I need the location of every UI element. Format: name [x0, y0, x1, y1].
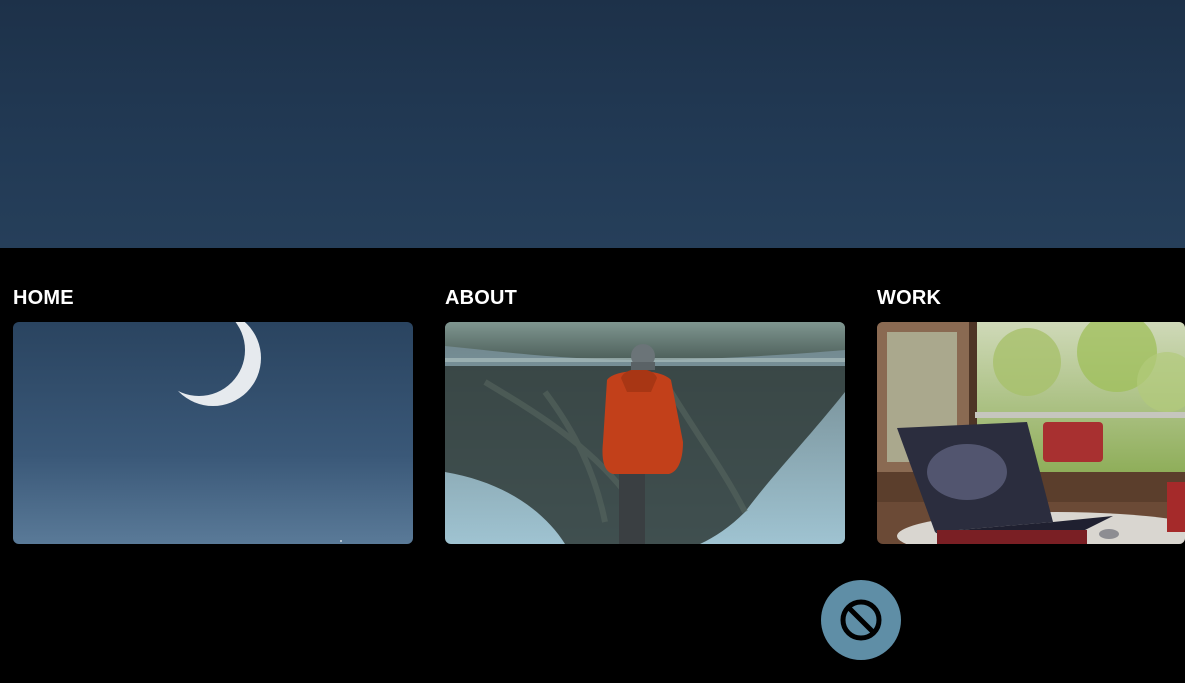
not-allowed-icon [840, 599, 882, 641]
menu-item-image[interactable] [13, 322, 413, 544]
laptop-desk-image [877, 322, 1185, 544]
menu-item-home[interactable]: HOME [13, 286, 413, 544]
fullscreen-menu: HOME ABOUT WORK [0, 248, 1185, 683]
cursor-indicator [821, 580, 901, 660]
menu-item-image[interactable] [877, 322, 1185, 544]
moon-image [13, 322, 413, 544]
menu-item-image[interactable] [445, 322, 845, 544]
menu-item-work[interactable]: WORK [877, 286, 1185, 544]
menu-item-about[interactable]: ABOUT [445, 286, 845, 544]
menu-item-label[interactable]: WORK [877, 286, 1185, 310]
menu-item-label[interactable]: HOME [13, 286, 413, 310]
hero-banner [0, 0, 1185, 248]
mountain-lake-image [445, 322, 845, 544]
menu-item-label[interactable]: ABOUT [445, 286, 845, 310]
